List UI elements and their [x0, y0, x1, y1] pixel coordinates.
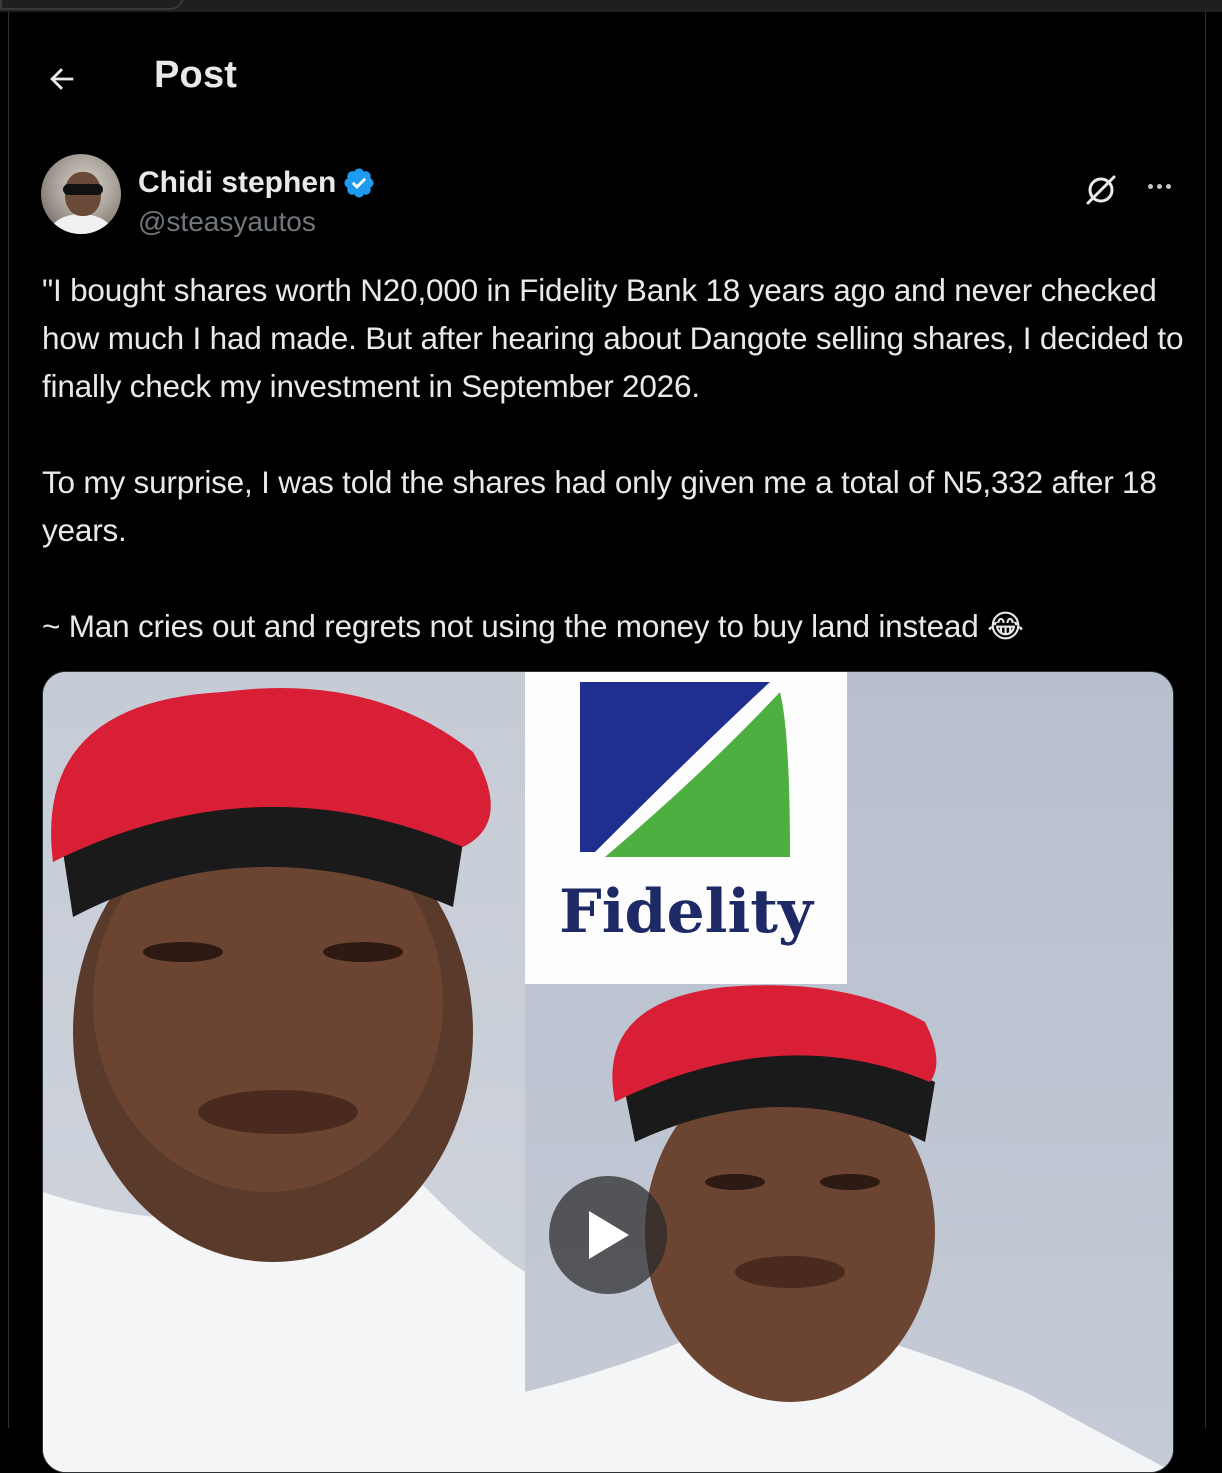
avatar[interactable]: [41, 154, 121, 234]
play-button[interactable]: [549, 1176, 667, 1294]
post-paragraph: ~ Man cries out and regrets not using th…: [42, 608, 1024, 644]
window-top-bar: [0, 0, 1222, 12]
post-paragraph: To my surprise, I was told the shares ha…: [42, 464, 1166, 548]
author-display-name[interactable]: Chidi stephen: [138, 166, 336, 200]
page-title: Post: [154, 54, 238, 96]
fidelity-logo-text: Fidelity: [559, 877, 813, 947]
video-frame-left: [43, 672, 525, 1472]
fidelity-logo: Fidelity: [525, 672, 847, 984]
verified-badge-icon[interactable]: [342, 166, 376, 200]
post-paragraph: "I bought shares worth N20,000 in Fideli…: [42, 272, 1192, 404]
play-icon: [589, 1211, 629, 1259]
page-header: Post: [9, 12, 1205, 132]
arrow-left-icon: [50, 68, 74, 90]
name-row: Chidi stephen: [138, 166, 376, 200]
window-tab[interactable]: [0, 0, 184, 10]
grok-icon[interactable]: [1079, 168, 1123, 212]
back-button[interactable]: [39, 56, 85, 102]
post-video[interactable]: Fidelity: [42, 671, 1174, 1473]
fidelity-logo-mark: [580, 682, 790, 857]
more-horizontal-icon: [1147, 183, 1153, 189]
post-author: Chidi stephen @steasyautos: [41, 152, 1181, 240]
more-options-button[interactable]: [1137, 166, 1181, 206]
author-handle[interactable]: @steasyautos: [138, 206, 316, 238]
post-text: "I bought shares worth N20,000 in Fideli…: [42, 266, 1192, 650]
post-column: Post Chidi stephen @steasyautos "I bough…: [8, 12, 1206, 1473]
